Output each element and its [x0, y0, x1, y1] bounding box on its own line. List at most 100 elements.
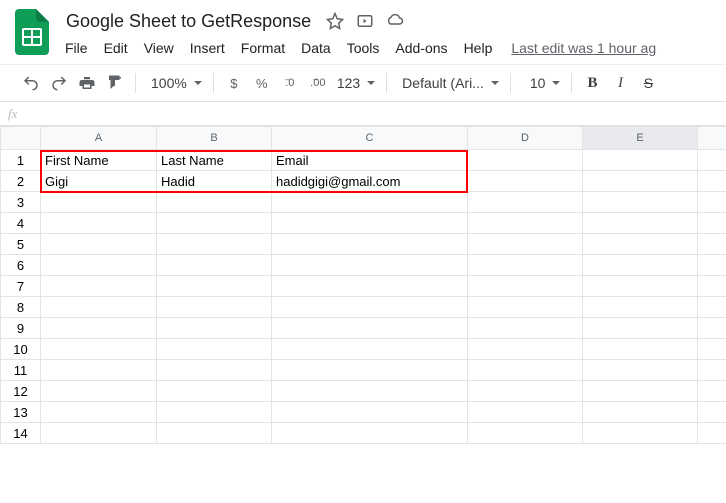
- cell-E7[interactable]: [583, 276, 698, 297]
- font-family-select[interactable]: Default (Ari...: [394, 71, 503, 95]
- increase-decimal-button[interactable]: .00_: [305, 70, 331, 96]
- cell-D8[interactable]: [468, 297, 583, 318]
- cell-D6[interactable]: [468, 255, 583, 276]
- cell-F13[interactable]: [698, 402, 726, 423]
- menu-addons[interactable]: Add-ons: [388, 36, 454, 60]
- cell-E4[interactable]: [583, 213, 698, 234]
- cell-D7[interactable]: [468, 276, 583, 297]
- cell-A8[interactable]: [41, 297, 157, 318]
- row-header-10[interactable]: 10: [1, 339, 41, 360]
- cell-E10[interactable]: [583, 339, 698, 360]
- cell-C13[interactable]: [272, 402, 468, 423]
- cell-D10[interactable]: [468, 339, 583, 360]
- cell-F2[interactable]: [698, 171, 726, 192]
- cell-A3[interactable]: [41, 192, 157, 213]
- print-button[interactable]: [74, 70, 100, 96]
- cell-E9[interactable]: [583, 318, 698, 339]
- row-header-11[interactable]: 11: [1, 360, 41, 381]
- col-header-d[interactable]: D: [468, 127, 583, 150]
- row-header-9[interactable]: 9: [1, 318, 41, 339]
- cell-B9[interactable]: [157, 318, 272, 339]
- cell-A12[interactable]: [41, 381, 157, 402]
- bold-button[interactable]: B: [579, 70, 605, 96]
- row-header-5[interactable]: 5: [1, 234, 41, 255]
- font-size-select[interactable]: 10: [518, 71, 565, 95]
- cell-E14[interactable]: [583, 423, 698, 444]
- menu-tools[interactable]: Tools: [340, 36, 387, 60]
- cell-F6[interactable]: [698, 255, 726, 276]
- cell-A10[interactable]: [41, 339, 157, 360]
- menu-view[interactable]: View: [137, 36, 181, 60]
- star-icon[interactable]: [325, 11, 345, 31]
- cell-A13[interactable]: [41, 402, 157, 423]
- cell-C14[interactable]: [272, 423, 468, 444]
- cell-A7[interactable]: [41, 276, 157, 297]
- cell-F5[interactable]: [698, 234, 726, 255]
- cell-F8[interactable]: [698, 297, 726, 318]
- cell-C12[interactable]: [272, 381, 468, 402]
- sheets-app-icon[interactable]: [12, 12, 52, 52]
- cell-D13[interactable]: [468, 402, 583, 423]
- row-header-8[interactable]: 8: [1, 297, 41, 318]
- col-header-c[interactable]: C: [272, 127, 468, 150]
- cell-C6[interactable]: [272, 255, 468, 276]
- paint-format-button[interactable]: [102, 70, 128, 96]
- cell-A1[interactable]: First Name: [41, 150, 157, 171]
- cell-C1[interactable]: Email: [272, 150, 468, 171]
- cell-A11[interactable]: [41, 360, 157, 381]
- decrease-decimal-button[interactable]: .0_: [277, 70, 303, 96]
- menu-format[interactable]: Format: [234, 36, 292, 60]
- col-header-a[interactable]: A: [41, 127, 157, 150]
- cell-F7[interactable]: [698, 276, 726, 297]
- cell-D2[interactable]: [468, 171, 583, 192]
- cell-F14[interactable]: [698, 423, 726, 444]
- cell-E13[interactable]: [583, 402, 698, 423]
- cloud-status-icon[interactable]: [385, 11, 405, 31]
- cell-F10[interactable]: [698, 339, 726, 360]
- row-header-12[interactable]: 12: [1, 381, 41, 402]
- cell-B7[interactable]: [157, 276, 272, 297]
- zoom-select[interactable]: 100%: [143, 71, 206, 95]
- cell-C5[interactable]: [272, 234, 468, 255]
- last-edit-link[interactable]: Last edit was 1 hour ag: [511, 40, 656, 56]
- cell-E11[interactable]: [583, 360, 698, 381]
- cell-B4[interactable]: [157, 213, 272, 234]
- col-header-f[interactable]: [698, 127, 726, 150]
- cell-D9[interactable]: [468, 318, 583, 339]
- cell-F4[interactable]: [698, 213, 726, 234]
- cell-B10[interactable]: [157, 339, 272, 360]
- number-format-select[interactable]: 123: [333, 71, 379, 95]
- cell-B6[interactable]: [157, 255, 272, 276]
- cell-E6[interactable]: [583, 255, 698, 276]
- row-header-1[interactable]: 1: [1, 150, 41, 171]
- menu-edit[interactable]: Edit: [97, 36, 135, 60]
- cell-E8[interactable]: [583, 297, 698, 318]
- cell-A2[interactable]: Gigi: [41, 171, 157, 192]
- menu-file[interactable]: File: [58, 36, 95, 60]
- row-header-7[interactable]: 7: [1, 276, 41, 297]
- cell-D12[interactable]: [468, 381, 583, 402]
- menu-insert[interactable]: Insert: [183, 36, 232, 60]
- cell-D4[interactable]: [468, 213, 583, 234]
- cell-A14[interactable]: [41, 423, 157, 444]
- cell-D3[interactable]: [468, 192, 583, 213]
- percent-button[interactable]: %: [249, 70, 275, 96]
- currency-button[interactable]: $: [221, 70, 247, 96]
- cell-E12[interactable]: [583, 381, 698, 402]
- row-header-3[interactable]: 3: [1, 192, 41, 213]
- cell-C7[interactable]: [272, 276, 468, 297]
- cell-E3[interactable]: [583, 192, 698, 213]
- cell-D5[interactable]: [468, 234, 583, 255]
- cell-B11[interactable]: [157, 360, 272, 381]
- cell-D11[interactable]: [468, 360, 583, 381]
- cell-E2[interactable]: [583, 171, 698, 192]
- row-header-2[interactable]: 2: [1, 171, 41, 192]
- cell-B12[interactable]: [157, 381, 272, 402]
- cell-A9[interactable]: [41, 318, 157, 339]
- col-header-b[interactable]: B: [157, 127, 272, 150]
- cell-B14[interactable]: [157, 423, 272, 444]
- select-all-corner[interactable]: [1, 127, 41, 150]
- cell-C4[interactable]: [272, 213, 468, 234]
- cell-D14[interactable]: [468, 423, 583, 444]
- row-header-13[interactable]: 13: [1, 402, 41, 423]
